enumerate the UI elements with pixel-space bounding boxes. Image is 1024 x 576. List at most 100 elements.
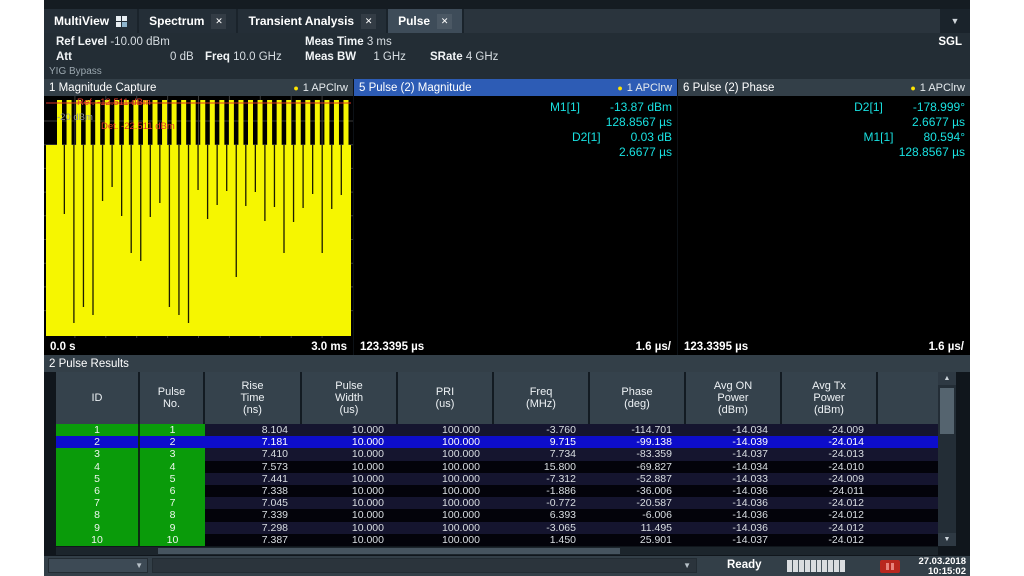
table-cell: 10.000 <box>302 448 398 460</box>
column-header[interactable]: Pulse No. <box>140 372 205 424</box>
table-cell: 10.000 <box>302 509 398 521</box>
table-cell-empty <box>878 485 938 497</box>
column-header[interactable]: Avg ON Power (dBm) <box>686 372 782 424</box>
pulse-phase-plot[interactable]: D2[1]-178.999° 2.6677 µs M1[1]80.594° 12… <box>678 96 970 338</box>
meas-time-field[interactable]: Meas Time 3 ms <box>305 36 392 48</box>
table-row[interactable]: 118.10410.000100.000-3.760-114.701-14.03… <box>56 424 938 436</box>
channel-tab-bar: MultiView Spectrum ✕ Transient Analysis … <box>44 9 970 33</box>
channel-info-bar: Ref Level -10.00 dBm Meas Time 3 ms SGL … <box>44 33 970 79</box>
close-icon[interactable]: ✕ <box>361 14 376 29</box>
tab-spectrum[interactable]: Spectrum ✕ <box>139 9 236 33</box>
table-cell: -24.011 <box>782 485 878 497</box>
table-row[interactable]: 447.57310.000100.00015.800-69.827-14.034… <box>56 461 938 473</box>
table-cell: 9.715 <box>494 436 590 448</box>
window-select-dropdown[interactable]: ▼ <box>48 558 148 573</box>
panel-pulse-magnitude-titlebar[interactable]: 5 Pulse (2) Magnitude ● 1 APClrw <box>354 79 677 96</box>
magnitude-capture-x-axis: 0.0 s 3.0 ms <box>44 338 353 355</box>
table-row[interactable]: 777.04510.000100.000-0.772-20.587-14.036… <box>56 497 938 509</box>
table-vertical-scrollbar[interactable]: ▲ ▼ <box>938 372 956 546</box>
multiview-grid-icon <box>116 16 127 27</box>
scroll-down-icon[interactable]: ▼ <box>938 533 956 546</box>
table-cell: -114.701 <box>590 424 686 436</box>
table-cell: 3 <box>56 448 140 460</box>
table-cell: -24.009 <box>782 424 878 436</box>
table-cell: 100.000 <box>398 461 494 473</box>
horizontal-scroll-thumb[interactable] <box>158 548 620 554</box>
freq-field[interactable]: Freq 10.0 GHz <box>205 51 282 63</box>
table-row[interactable]: 887.33910.000100.0006.393-6.006-14.036-2… <box>56 509 938 521</box>
x-axis-scale: 1.6 µs/ <box>636 341 671 353</box>
pulse-magnitude-x-axis: 123.3395 µs 1.6 µs/ <box>354 338 677 355</box>
trace-tag: ● 1 APClrw <box>910 82 965 94</box>
close-icon[interactable]: ✕ <box>437 14 452 29</box>
table-cell: -24.014 <box>782 436 878 448</box>
table-cell: -14.034 <box>686 424 782 436</box>
column-header[interactable]: Avg Tx Power (dBm) <box>782 372 878 424</box>
close-icon[interactable]: ✕ <box>211 14 226 29</box>
magnitude-capture-plot[interactable]: Ref. -12.511 dBm -20 dBm Det. -22.511 dB… <box>44 96 353 338</box>
table-cell: 3 <box>140 448 205 460</box>
table-row[interactable]: 10107.38710.000100.0001.45025.901-14.037… <box>56 534 938 546</box>
column-header[interactable]: Pulse Width (us) <box>302 372 398 424</box>
table-row[interactable]: 997.29810.000100.000-3.06511.495-14.036-… <box>56 522 938 534</box>
table-cell: 7.339 <box>205 509 302 521</box>
table-cell: 5 <box>140 473 205 485</box>
tab-transient-analysis[interactable]: Transient Analysis ✕ <box>238 9 386 33</box>
table-cell: 5 <box>56 473 140 485</box>
table-cell: 7.734 <box>494 448 590 460</box>
tab-multiview[interactable]: MultiView <box>44 9 137 33</box>
column-header[interactable]: ID <box>56 372 140 424</box>
table-cell: -0.772 <box>494 497 590 509</box>
table-cell-empty <box>878 509 938 521</box>
table-cell-empty <box>878 436 938 448</box>
tab-pulse[interactable]: Pulse ✕ <box>388 9 462 33</box>
panel-magnitude-capture-titlebar[interactable]: 1 Magnitude Capture ● 1 APClrw <box>44 79 353 96</box>
column-header[interactable]: Phase (deg) <box>590 372 686 424</box>
table-cell-empty <box>878 534 938 546</box>
table-row[interactable]: 227.18110.000100.0009.715-99.138-14.039-… <box>56 436 938 448</box>
panel-title: 1 Magnitude Capture <box>49 82 156 94</box>
vertical-scroll-thumb[interactable] <box>940 388 954 434</box>
table-cell: -14.036 <box>686 522 782 534</box>
status-message-dropdown[interactable]: ▼ <box>152 558 697 573</box>
att-value[interactable]: 0 dB <box>170 51 194 63</box>
table-row[interactable]: 337.41010.000100.0007.734-83.359-14.037-… <box>56 448 938 460</box>
panel-title: 5 Pulse (2) Magnitude <box>359 82 472 94</box>
table-cell: 6 <box>140 485 205 497</box>
table-cell: 9 <box>140 522 205 534</box>
panel-pulse-magnitude: 5 Pulse (2) Magnitude ● 1 APClrw M1[1]-1… <box>354 79 677 355</box>
table-row[interactable]: 557.44110.000100.000-7.312-52.887-14.033… <box>56 473 938 485</box>
yig-bypass-indicator: YIG Bypass <box>49 66 102 77</box>
panel-title: 6 Pulse (2) Phase <box>683 82 774 94</box>
ref-level-field[interactable]: Ref Level -10.00 dBm <box>56 36 170 48</box>
system-message-icon[interactable] <box>880 560 900 573</box>
column-header[interactable]: PRI (us) <box>398 372 494 424</box>
table-cell: 7 <box>140 497 205 509</box>
table-cell: -24.012 <box>782 509 878 521</box>
table-cell: 7.410 <box>205 448 302 460</box>
meas-bw-field[interactable]: Meas BW 1 GHz <box>305 51 406 63</box>
pulse-magnitude-plot[interactable]: M1[1]-13.87 dBm 128.8567 µs D2[1]0.03 dB… <box>354 96 677 338</box>
pulse-phase-x-axis: 123.3395 µs 1.6 µs/ <box>678 338 970 355</box>
tab-overflow-menu-button[interactable]: ▼ <box>940 9 970 33</box>
scroll-up-icon[interactable]: ▲ <box>938 372 956 385</box>
table-cell: -52.887 <box>590 473 686 485</box>
table-row[interactable]: 667.33810.000100.000-1.886-36.006-14.036… <box>56 485 938 497</box>
column-header-empty <box>878 372 938 424</box>
table-cell: -14.039 <box>686 436 782 448</box>
table-cell: 7 <box>56 497 140 509</box>
tab-bar-filler <box>464 9 940 33</box>
table-cell: -14.037 <box>686 534 782 546</box>
tab-transient-label: Transient Analysis <box>248 14 354 28</box>
table-cell-empty <box>878 473 938 485</box>
panel-pulse-phase-titlebar[interactable]: 6 Pulse (2) Phase ● 1 APClrw <box>678 79 970 96</box>
column-header[interactable]: Rise Time (ns) <box>205 372 302 424</box>
column-header[interactable]: Freq (MHz) <box>494 372 590 424</box>
pulse-results-titlebar[interactable]: 2 Pulse Results <box>44 355 970 372</box>
table-horizontal-scrollbar[interactable] <box>56 547 938 555</box>
table-cell: -3.760 <box>494 424 590 436</box>
table-cell: 8.104 <box>205 424 302 436</box>
att-field[interactable]: Att <box>56 51 72 63</box>
table-cell: 10.000 <box>302 436 398 448</box>
srate-field[interactable]: SRate 4 GHz <box>430 51 498 63</box>
